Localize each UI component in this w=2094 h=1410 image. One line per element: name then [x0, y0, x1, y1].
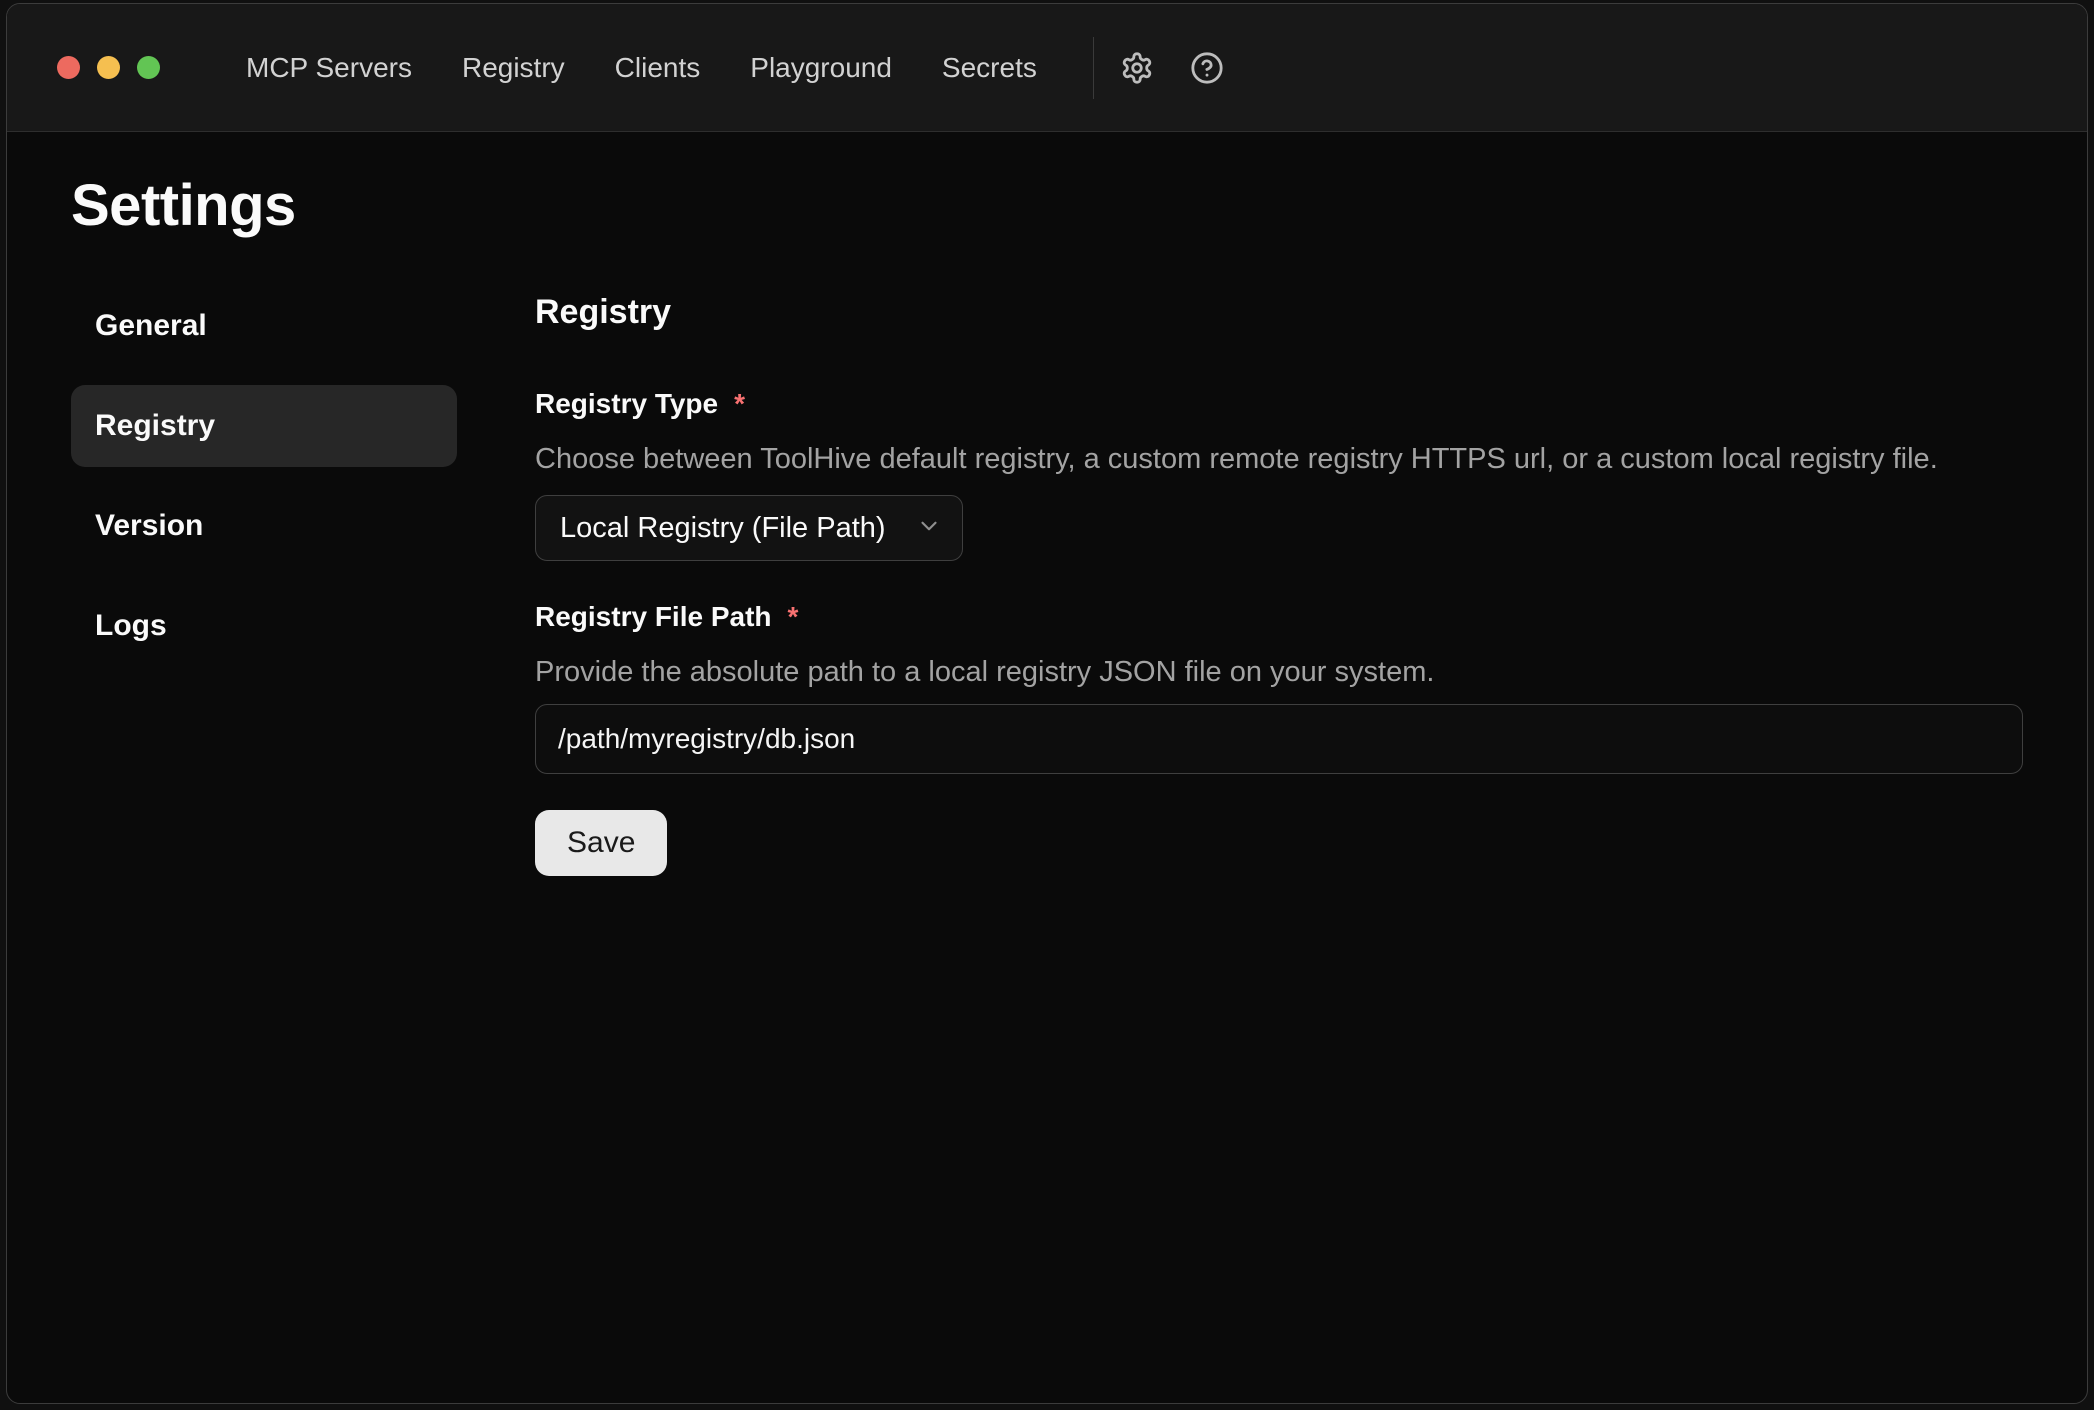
registry-type-label: Registry Type *: [535, 388, 2023, 420]
page-title: Settings: [71, 172, 2023, 239]
save-button[interactable]: Save: [535, 810, 667, 876]
registry-type-label-text: Registry Type: [535, 388, 718, 420]
nav-item-secrets[interactable]: Secrets: [942, 52, 1037, 84]
settings-sidebar: General Registry Version Logs: [71, 285, 457, 876]
app-window: MCP Servers Registry Clients Playground …: [6, 3, 2088, 1404]
registry-settings-panel: Registry Registry Type * Choose between …: [535, 285, 2023, 876]
registry-file-path-input[interactable]: [535, 704, 2023, 774]
required-asterisk: *: [734, 388, 745, 420]
main-nav: MCP Servers Registry Clients Playground …: [246, 52, 1037, 84]
registry-type-selected-value: Local Registry (File Path): [560, 512, 886, 545]
registry-file-path-label: Registry File Path *: [535, 601, 2023, 633]
sidebar-item-general[interactable]: General: [71, 285, 457, 367]
titlebar-icons: [1120, 51, 1224, 85]
sidebar-item-version[interactable]: Version: [71, 485, 457, 567]
titlebar-divider: [1093, 37, 1094, 99]
traffic-lights: [57, 56, 160, 79]
nav-item-playground[interactable]: Playground: [750, 52, 892, 84]
chevron-down-icon: [916, 513, 942, 544]
nav-item-clients[interactable]: Clients: [615, 52, 701, 84]
required-asterisk: *: [788, 601, 799, 633]
registry-file-path-label-text: Registry File Path: [535, 601, 772, 633]
registry-type-description: Choose between ToolHive default registry…: [535, 440, 2023, 479]
nav-item-mcp-servers[interactable]: MCP Servers: [246, 52, 412, 84]
registry-file-path-description: Provide the absolute path to a local reg…: [535, 653, 2023, 692]
help-circle-icon[interactable]: [1190, 51, 1224, 85]
minimize-window-button[interactable]: [97, 56, 120, 79]
settings-page: Settings General Registry Version Logs R…: [7, 132, 2087, 1403]
sidebar-item-registry[interactable]: Registry: [71, 385, 457, 467]
sidebar-item-logs[interactable]: Logs: [71, 585, 457, 667]
section-heading: Registry: [535, 293, 2023, 332]
titlebar: MCP Servers Registry Clients Playground …: [7, 4, 2087, 132]
registry-type-select[interactable]: Local Registry (File Path): [535, 495, 963, 561]
zoom-window-button[interactable]: [137, 56, 160, 79]
nav-item-registry[interactable]: Registry: [462, 52, 565, 84]
close-window-button[interactable]: [57, 56, 80, 79]
gear-icon[interactable]: [1120, 51, 1154, 85]
